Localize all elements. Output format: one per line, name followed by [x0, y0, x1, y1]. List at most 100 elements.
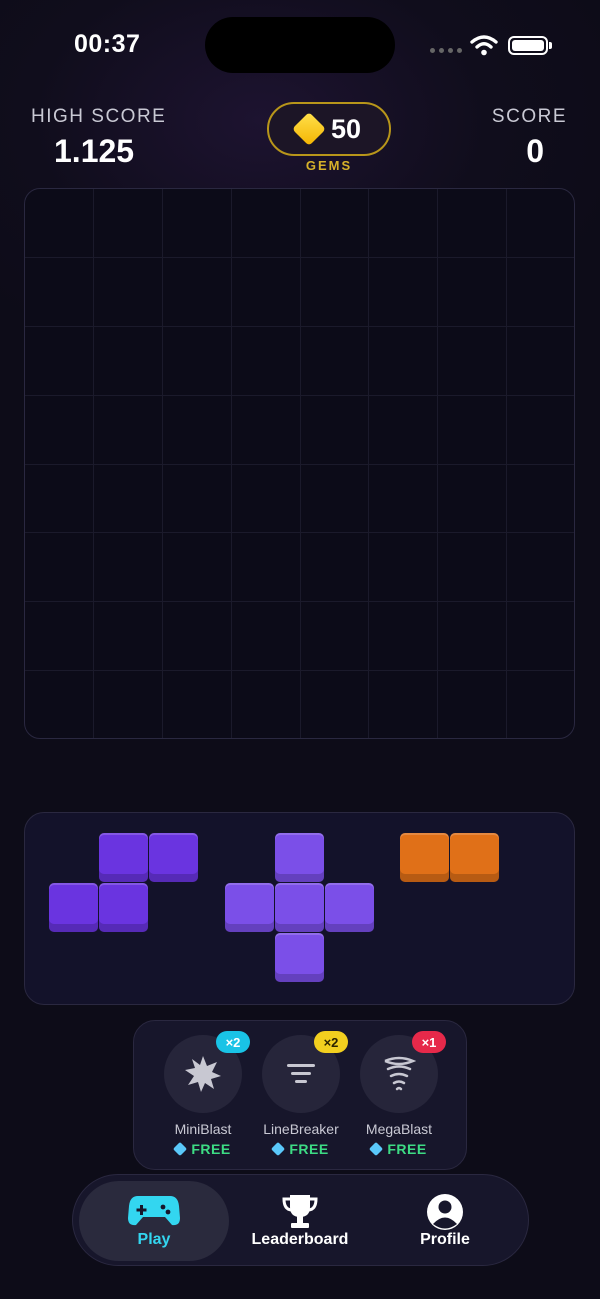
powerup-count-badge: ×2 [216, 1031, 250, 1053]
board-cell[interactable] [438, 189, 508, 258]
board-cell[interactable] [25, 533, 94, 603]
board-cell[interactable] [369, 533, 439, 603]
board-cell[interactable] [369, 464, 439, 534]
board-cell[interactable] [94, 671, 163, 738]
board-cell[interactable] [438, 257, 508, 327]
powerup-count-badge: ×2 [314, 1031, 348, 1053]
board-cell[interactable] [300, 602, 370, 672]
bottom-tab-bar: Play Leaderboard Profile [72, 1174, 529, 1266]
powerup-miniblast[interactable]: ×2 MiniBlast FREE [163, 1031, 250, 1157]
block [49, 883, 98, 932]
wifi-icon [470, 35, 498, 56]
lines-icon [287, 1064, 315, 1083]
powerup-price: FREE [387, 1141, 427, 1157]
board-cell[interactable] [162, 533, 232, 603]
board-cell[interactable] [25, 395, 94, 465]
board-cell[interactable] [369, 326, 439, 396]
powerup-megablast[interactable]: ×1 MegaBlast FREE [359, 1031, 446, 1157]
profile-icon [427, 1194, 463, 1230]
block [149, 833, 198, 882]
board-cell[interactable] [163, 671, 232, 738]
board-cell[interactable] [93, 395, 163, 465]
board-cell[interactable] [93, 257, 163, 327]
gem-icon [291, 112, 326, 146]
board-cell[interactable] [93, 464, 163, 534]
board-cell[interactable] [300, 189, 370, 258]
gems-count: 50 [330, 113, 362, 144]
board-cell[interactable] [25, 189, 94, 258]
powerup-name: LineBreaker [263, 1121, 339, 1137]
powerup-linebreaker[interactable]: ×2 LineBreaker FREE [261, 1031, 348, 1157]
tab-leaderboard[interactable]: Leaderboard [225, 1181, 375, 1261]
board-cell[interactable] [300, 395, 370, 465]
powerup-count-badge: ×1 [412, 1031, 446, 1053]
board-cell[interactable] [507, 465, 574, 534]
board-cell[interactable] [438, 671, 508, 738]
board-cell[interactable] [232, 671, 301, 738]
board-cell[interactable] [162, 257, 232, 327]
board-cell[interactable] [231, 326, 301, 396]
board-cell[interactable] [507, 189, 574, 258]
board-cell[interactable] [93, 189, 163, 258]
board-cell[interactable] [369, 395, 439, 465]
board-cell[interactable] [507, 671, 574, 738]
powerup-name: MegaBlast [365, 1121, 433, 1137]
board-cell[interactable] [162, 326, 232, 396]
board-cell[interactable] [231, 257, 301, 327]
board-cell[interactable] [438, 326, 508, 396]
board-cell[interactable] [507, 258, 574, 327]
board-cell[interactable] [438, 395, 508, 465]
board-cell[interactable] [25, 326, 94, 396]
board-cell[interactable] [93, 326, 163, 396]
board-cell[interactable] [369, 257, 439, 327]
tab-label: Profile [420, 1231, 470, 1248]
board-cell[interactable] [369, 671, 439, 738]
board-cell[interactable] [25, 602, 94, 672]
board-cell[interactable] [162, 189, 232, 258]
block [400, 833, 449, 882]
board-cell[interactable] [162, 464, 232, 534]
tab-profile[interactable]: Profile [370, 1181, 520, 1261]
game-board[interactable] [24, 188, 575, 739]
board-cell[interactable] [93, 602, 163, 672]
block [450, 833, 499, 882]
gem-icon [369, 1141, 384, 1157]
gems-button[interactable]: 50 [267, 102, 391, 156]
board-cell[interactable] [507, 533, 574, 603]
board-cell[interactable] [300, 326, 370, 396]
board-cell[interactable] [301, 671, 370, 738]
board-cell[interactable] [300, 464, 370, 534]
board-cell[interactable] [231, 533, 301, 603]
board-cell[interactable] [25, 464, 94, 534]
board-cell[interactable] [369, 602, 439, 672]
board-cell[interactable] [507, 396, 574, 465]
trophy-icon [282, 1195, 318, 1228]
board-cell[interactable] [438, 602, 508, 672]
board-cell[interactable] [231, 602, 301, 672]
board-cell[interactable] [25, 257, 94, 327]
board-cell[interactable] [438, 533, 508, 603]
board-cell[interactable] [25, 671, 94, 738]
board-cell[interactable] [300, 533, 370, 603]
tab-label: Leaderboard [251, 1231, 349, 1248]
score-value: 0 [526, 133, 544, 169]
piece-tray [24, 812, 575, 1005]
board-cell[interactable] [438, 464, 508, 534]
status-time: 00:37 [74, 30, 141, 58]
powerup-price: FREE [289, 1141, 329, 1157]
block [275, 833, 324, 882]
block [325, 883, 374, 932]
board-cell[interactable] [507, 602, 574, 672]
board-cell[interactable] [93, 533, 163, 603]
board-cell[interactable] [231, 464, 301, 534]
board-cell[interactable] [162, 395, 232, 465]
board-cell[interactable] [369, 189, 439, 258]
gamepad-icon [128, 1196, 180, 1226]
board-cell[interactable] [231, 395, 301, 465]
block [275, 883, 324, 932]
board-cell[interactable] [231, 189, 301, 258]
board-cell[interactable] [507, 327, 574, 396]
board-cell[interactable] [162, 602, 232, 672]
board-cell[interactable] [300, 257, 370, 327]
tab-play[interactable]: Play [79, 1181, 229, 1261]
